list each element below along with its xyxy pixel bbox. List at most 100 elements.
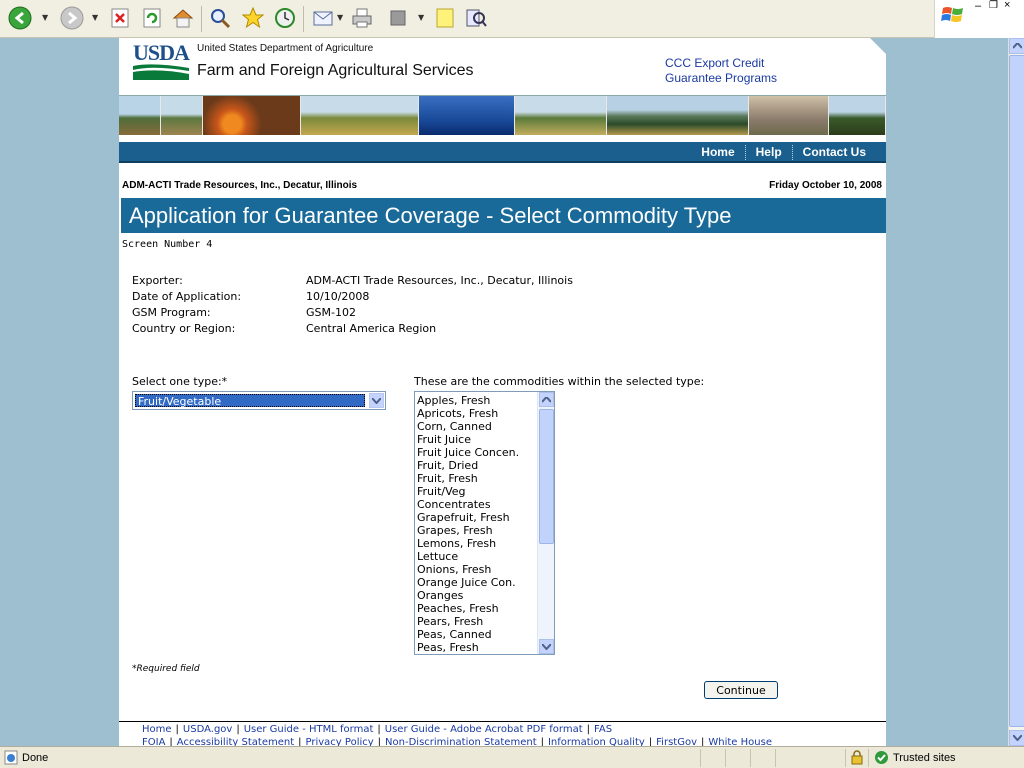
type-select-value: Fruit/Vegetable [135,394,365,408]
list-item[interactable]: Fruit/Veg [417,485,537,498]
search-icon[interactable] [208,6,232,30]
security-zone-text: Trusted sites [893,752,956,764]
footer-privacy-link[interactable]: Privacy Policy [306,737,374,746]
minimize-icon[interactable]: – [975,0,981,12]
list-item[interactable]: Pears, Fresh [417,615,537,628]
type-select-label: Select one type:* [132,375,228,388]
list-item[interactable]: Peas, Canned [417,628,537,641]
close-icon[interactable]: × [1004,0,1010,11]
restore-icon[interactable]: ❐ [989,0,998,11]
list-item[interactable]: Oranges [417,589,537,602]
country-value: Central America Region [306,322,437,335]
footer-foia-link[interactable]: FOIA [142,737,165,746]
favorites-icon[interactable] [241,6,265,30]
scroll-up-icon[interactable] [539,392,554,407]
footer-usda-link[interactable]: USDA.gov [183,724,232,735]
page-done-icon [4,750,18,765]
list-item[interactable]: Concentrates [417,498,537,511]
footer-user-guide-html-link[interactable]: User Guide - HTML format [244,724,374,735]
home-icon[interactable] [171,6,195,30]
department-name: United States Department of Agriculture [197,43,374,54]
listbox-scrollbar[interactable] [537,392,554,654]
forward-icon[interactable] [60,6,84,30]
footer-nondiscrimination-link[interactable]: Non-Discrimination Statement [385,737,537,746]
list-item[interactable]: Apples, Fresh [417,394,537,407]
browser-toolbar: ▼ ▼ ▼ ▼ – ❐ × [0,0,1024,38]
research-icon[interactable] [464,6,488,30]
page-scrollbar[interactable] [1008,38,1024,746]
list-item[interactable]: Corn, Canned [417,420,537,433]
listbox-scroll-thumb[interactable] [539,409,554,544]
page-title: Application for Guarantee Coverage - Sel… [129,203,732,228]
history-icon[interactable] [273,6,297,30]
continue-button[interactable]: Continue [704,681,778,699]
refresh-icon[interactable] [140,6,164,30]
back-icon[interactable] [8,6,32,30]
footer-fas-link[interactable]: FAS [594,724,612,735]
usda-logo[interactable]: USDA [133,40,190,80]
exporter-label: Exporter: [132,274,183,287]
list-item[interactable]: Peaches, Fresh [417,602,537,615]
edit-icon[interactable] [386,6,410,30]
footer-whitehouse-link[interactable]: White House [708,737,772,746]
banner-photo-grass [515,96,607,135]
list-item[interactable]: Fruit Juice Concen. [417,446,537,459]
mail-icon[interactable] [311,6,335,30]
banner-photo-oranges [203,96,301,135]
page-corner-fold [870,38,886,54]
top-nav: Home Help Contact Us [119,142,886,163]
notes-icon[interactable] [433,6,457,30]
banner-photo-forest [829,96,886,135]
page-viewport: USDA United States Department of Agricul… [0,38,1008,746]
ccc-export-credit-link[interactable]: CCC Export Credit Guarantee Programs [665,56,805,86]
footer-links-primary: Home | USDA.gov | User Guide - HTML format | U… [142,724,613,735]
status-text: Done [22,752,49,764]
banner-photo-canoe [419,96,515,135]
title-bar: Application for Guarantee Coverage - Sel… [121,198,886,233]
nav-help-link[interactable]: Help [746,145,792,160]
country-label: Country or Region: [132,322,236,335]
banner-photo-mountain [607,96,749,135]
nav-links: Home Help Contact Us [691,145,876,160]
banner-photo-field [161,96,203,135]
footer-user-guide-pdf-link[interactable]: User Guide - Adobe Acrobat PDF format [385,724,583,735]
usda-logo-hills-icon [133,64,189,80]
program-label: GSM Program: [132,306,211,319]
list-item[interactable]: Grapefruit, Fresh [417,511,537,524]
scroll-up-icon[interactable] [1009,38,1024,54]
commodity-list-label: These are the commodities within the sel… [414,375,705,388]
banner-photo-prairie [301,96,419,135]
list-item[interactable]: Grapes, Fresh [417,524,537,537]
stop-icon[interactable] [108,6,132,30]
scroll-down-icon[interactable] [1009,730,1024,746]
windows-logo-icon [941,7,963,22]
list-item[interactable]: Lettuce [417,550,537,563]
lock-icon [851,750,863,765]
screen-number: Screen Number 4 [122,239,213,250]
list-item[interactable]: Peas, Fresh [417,641,537,654]
nav-contact-link[interactable]: Contact Us [793,145,876,160]
list-item[interactable]: Onions, Fresh [417,563,537,576]
list-item[interactable]: Fruit Juice [417,433,537,446]
list-item[interactable]: Lemons, Fresh [417,537,537,550]
nav-home-link[interactable]: Home [691,145,744,160]
scroll-down-icon[interactable] [539,639,554,654]
chevron-down-icon[interactable] [369,393,384,408]
footer-firstgov-link[interactable]: FirstGov [656,737,697,746]
window-corner: – ❐ × [934,0,1024,38]
commodity-type-select[interactable]: Fruit/Vegetable [132,391,386,410]
page-scroll-thumb[interactable] [1009,55,1024,727]
commodity-listbox[interactable]: Apples, Fresh Apricots, Fresh Corn, Cann… [414,391,555,655]
photo-banner [119,95,886,135]
list-item[interactable]: Orange Juice Con. [417,576,537,589]
print-icon[interactable] [350,6,374,30]
list-item[interactable]: Apricots, Fresh [417,407,537,420]
required-field-note: *Required field [132,664,200,674]
list-item[interactable]: Fruit, Dried [417,459,537,472]
banner-photo-farmers [749,96,829,135]
footer-accessibility-link[interactable]: Accessibility Statement [177,737,294,746]
footer-info-quality-link[interactable]: Information Quality [548,737,645,746]
footer-home-link[interactable]: Home [142,724,172,735]
list-item[interactable]: Fruit, Fresh [417,472,537,485]
page-container: USDA United States Department of Agricul… [119,38,886,746]
